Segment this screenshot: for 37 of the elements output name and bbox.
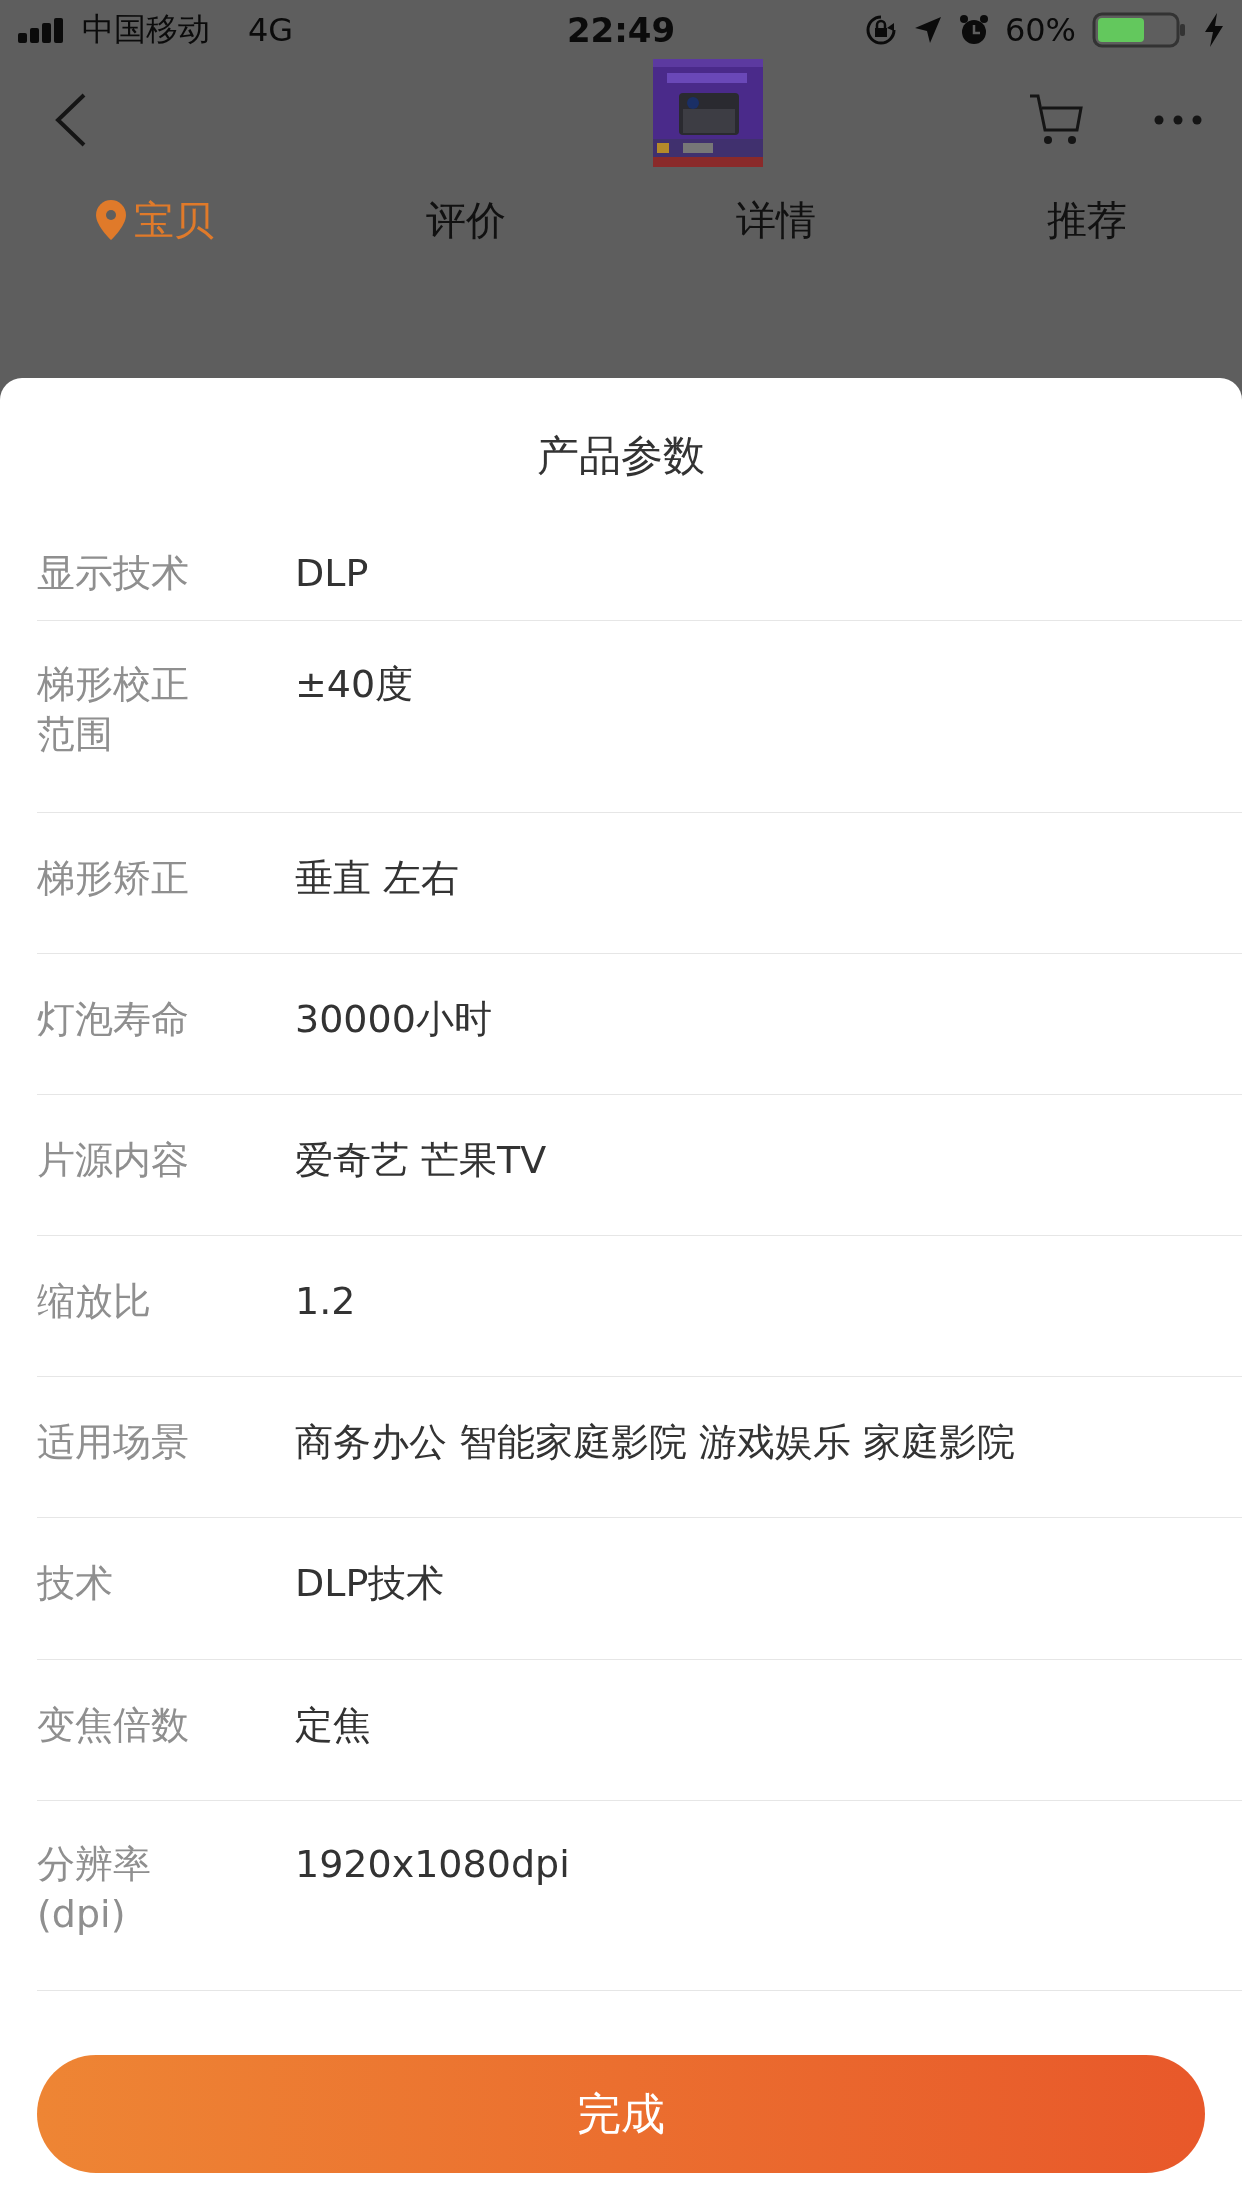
nav-tab[interactable]: 评价 — [310, 192, 621, 248]
param-value: DLP技术 — [295, 1560, 445, 1607]
param-name: 分辨率(dpi) — [37, 1841, 152, 1938]
sheet-title: 产品参数 — [537, 431, 705, 480]
param-value: 垂直 左右 — [295, 855, 460, 902]
param-value: DLP — [295, 550, 369, 597]
more-icon[interactable] — [1154, 115, 1202, 125]
param-value: 定焦 — [295, 1702, 371, 1749]
clock-time: 22:49 — [566, 10, 676, 50]
param-name: 缩放比 — [37, 1278, 152, 1325]
carrier-name: 中国移动 — [82, 9, 210, 50]
battery-icon — [1092, 12, 1188, 48]
param-name: 显示技术 — [37, 550, 190, 597]
nav-tab[interactable]: 详情 — [621, 192, 932, 248]
done-button[interactable]: 完成 — [37, 2055, 1205, 2173]
param-value: 商务办公 智能家庭影院 游戏娱乐 家庭影院 — [295, 1419, 1016, 1466]
alarm-icon — [958, 14, 989, 46]
param-value: ±40度 — [295, 661, 414, 708]
param-name: 梯形矫正 — [37, 855, 190, 902]
param-name: 灯泡寿命 — [37, 996, 190, 1043]
network-type: 4G — [248, 11, 294, 49]
param-name: 适用场景 — [37, 1419, 190, 1466]
location-pin-icon — [96, 200, 127, 240]
param-value: 1920x1080dpi — [295, 1841, 570, 1888]
nav-tab[interactable]: 宝贝 — [0, 192, 311, 248]
nav-tab[interactable]: 推荐 — [931, 192, 1242, 248]
param-value: 1.2 — [295, 1278, 356, 1325]
param-name: 技术 — [37, 1560, 114, 1607]
param-name: 片源内容 — [37, 1137, 190, 1184]
rotation-lock-icon — [864, 14, 897, 46]
charging-icon — [1204, 13, 1224, 47]
param-name: 变焦倍数 — [37, 1702, 190, 1749]
param-value: 30000小时 — [295, 996, 492, 1043]
battery-percent: 60% — [1004, 11, 1076, 49]
back-icon[interactable] — [55, 93, 87, 147]
param-name: 梯形校正范围 — [37, 661, 190, 758]
param-value: 爱奇艺 芒果TV — [295, 1137, 547, 1184]
